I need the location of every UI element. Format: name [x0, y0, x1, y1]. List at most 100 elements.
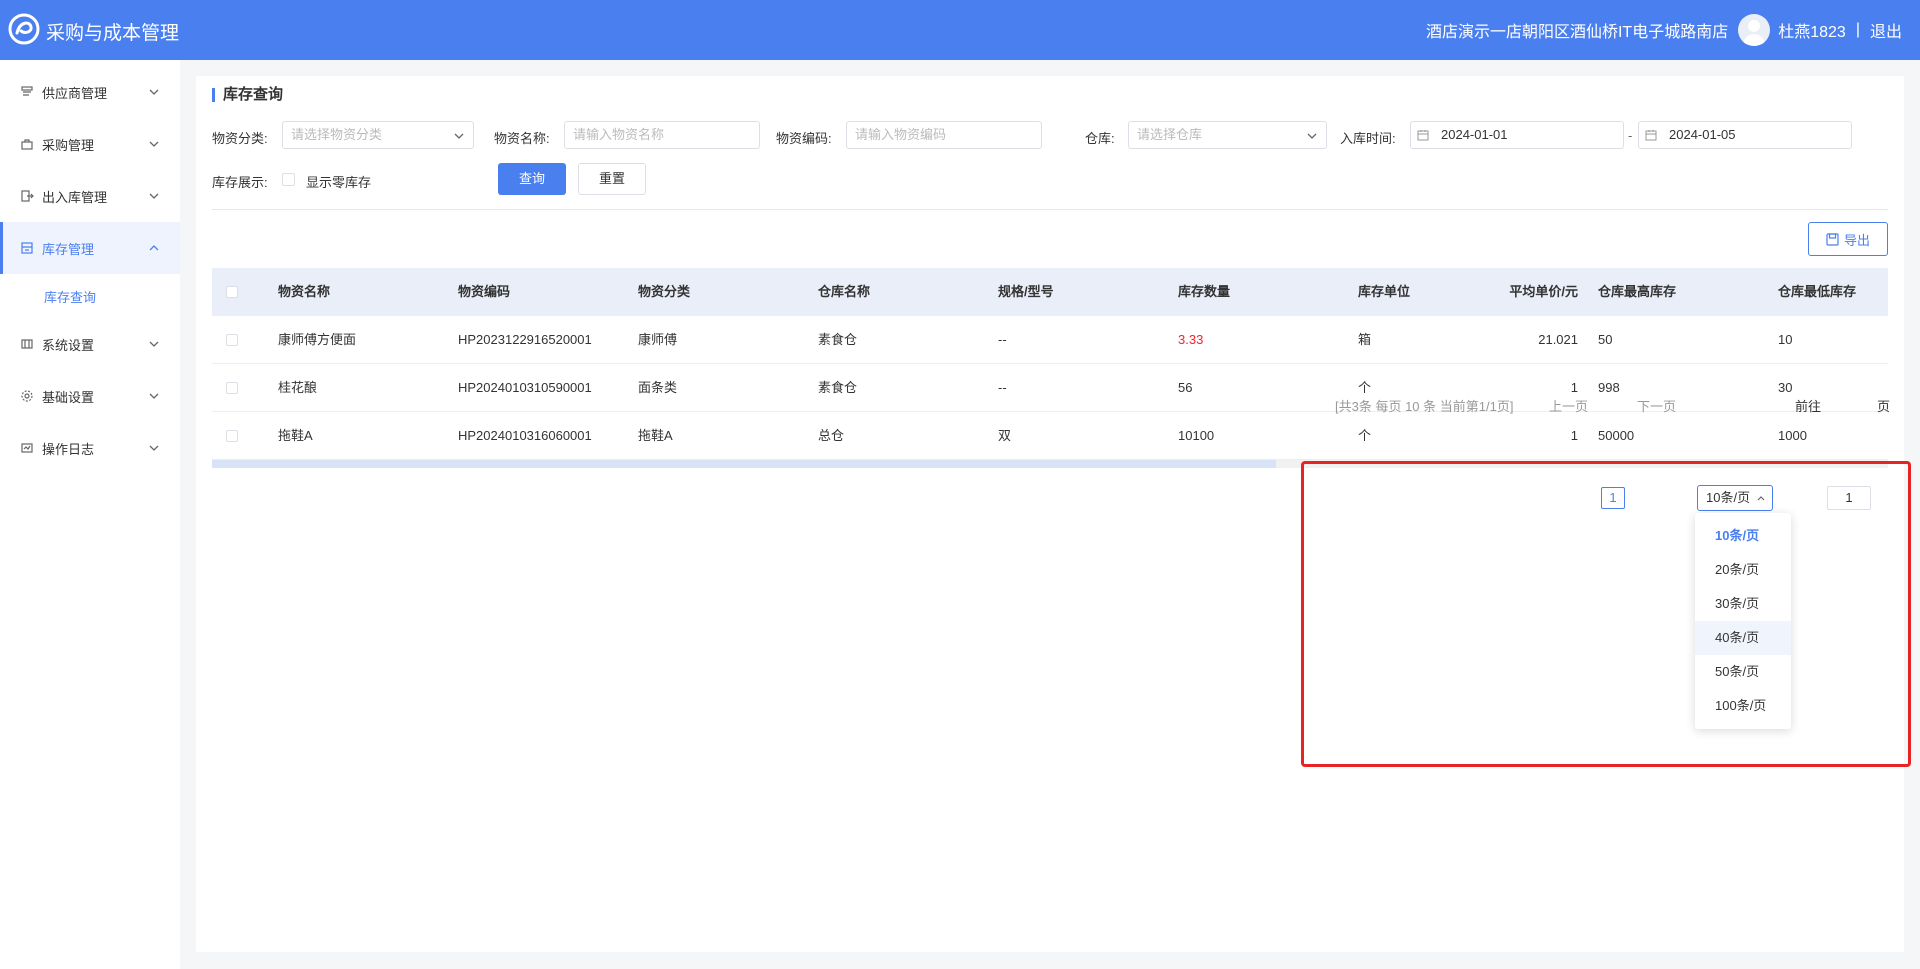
- cell-name: 康师傅方便面: [278, 332, 357, 347]
- col-header-warehouse[interactable]: 仓库名称: [818, 268, 870, 316]
- sidebar-item-label: 基础设置: [42, 389, 95, 405]
- category-label: 物资分类:: [212, 131, 268, 146]
- table-row[interactable]: 拖鞋A HP2024010316060001 拖鞋A 总仓 双 10100 个 …: [212, 412, 1888, 460]
- sidebar-item-inventory[interactable]: 库存管理: [0, 222, 180, 274]
- export-button[interactable]: 导出: [1808, 222, 1888, 256]
- col-header-qty[interactable]: 库存数量: [1178, 268, 1230, 316]
- scrollbar-thumb[interactable]: [212, 460, 1276, 468]
- col-header-max[interactable]: 仓库最高库存: [1598, 268, 1676, 316]
- zero-stock-checkbox[interactable]: [282, 173, 295, 186]
- cell-max: 998: [1598, 380, 1620, 395]
- display-label: 库存展示:: [212, 175, 268, 190]
- page-title: 库存查询: [212, 87, 283, 102]
- cell-min: 1000: [1778, 428, 1807, 443]
- header-separator: |: [1855, 21, 1860, 38]
- sidebar-item-label: 操作日志: [42, 441, 95, 457]
- row-checkbox[interactable]: [226, 382, 238, 394]
- date-separator: -: [1628, 128, 1633, 143]
- col-header-spec[interactable]: 规格/型号: [998, 268, 1054, 316]
- date-start-value: 2024-01-01: [1441, 127, 1508, 142]
- cell-name: 桂花酿: [278, 380, 318, 395]
- sidebar-item-label: 出入库管理: [42, 189, 108, 205]
- col-header-category[interactable]: 物资分类: [638, 268, 690, 316]
- inout-icon: [21, 190, 34, 202]
- chevron-down-icon: [149, 341, 159, 347]
- store-name: 酒店演示一店朝阳区酒仙桥IT电子城路南店: [1425, 24, 1729, 41]
- cell-qty: 3.33: [1178, 332, 1204, 347]
- date-end-input[interactable]: 2024-01-05: [1638, 121, 1852, 149]
- gear-icon: [21, 390, 33, 402]
- row-checkbox[interactable]: [226, 334, 238, 346]
- calendar-icon: [1417, 130, 1429, 141]
- code-label: 物资编码:: [776, 131, 832, 146]
- code-placeholder: 请输入物资编码: [855, 127, 947, 142]
- col-header-unit[interactable]: 库存单位: [1358, 268, 1410, 316]
- user-name: 杜燕1823: [1778, 24, 1846, 41]
- sidebar-item-inout[interactable]: 出入库管理: [0, 170, 180, 222]
- col-header-min[interactable]: 仓库最低库存: [1778, 268, 1856, 316]
- sidebar-item-basic[interactable]: 基础设置: [0, 370, 180, 422]
- warehouse-placeholder: 请选择仓库: [1137, 127, 1203, 142]
- sidebar-item-supplier[interactable]: 供应商管理: [0, 66, 180, 118]
- query-button[interactable]: 查询: [498, 163, 566, 195]
- sidebar-item-label: 供应商管理: [42, 85, 108, 101]
- cell-code: HP2023122916520001: [458, 332, 592, 347]
- inventory-icon: [21, 242, 33, 254]
- sidebar-item-system[interactable]: 系统设置: [0, 318, 180, 370]
- cell-price: 21.021: [1538, 332, 1578, 347]
- logo-icon: [8, 13, 40, 45]
- cell-warehouse: 素食仓: [818, 332, 858, 347]
- export-label: 导出: [1843, 232, 1870, 248]
- col-header-name[interactable]: 物资名称: [278, 268, 330, 316]
- cell-qty: 10100: [1178, 428, 1215, 443]
- user-area: 酒店演示一店朝阳区酒仙桥IT电子城路南店 杜燕1823 | 退出: [1426, 0, 1902, 60]
- cell-spec: --: [998, 332, 1007, 347]
- category-select[interactable]: 请选择物资分类: [282, 121, 474, 149]
- export-icon: [1826, 232, 1839, 246]
- name-label: 物资名称:: [494, 131, 550, 146]
- sidebar-item-log[interactable]: 操作日志: [0, 422, 180, 474]
- warehouse-label: 仓库:: [1085, 131, 1115, 146]
- code-input[interactable]: 请输入物资编码: [846, 121, 1042, 149]
- page-suffix: 页: [1877, 399, 1891, 414]
- category-placeholder: 请选择物资分类: [291, 127, 383, 142]
- cell-code: HP2024010310590001: [458, 380, 592, 395]
- prev-page-button[interactable]: 上一页: [1549, 395, 1588, 419]
- settings-icon: [21, 339, 33, 349]
- chevron-down-icon: [1307, 133, 1317, 139]
- cell-price: 1: [1570, 428, 1578, 443]
- cell-category: 面条类: [638, 380, 678, 395]
- cell-qty: 56: [1178, 380, 1193, 395]
- col-header-price[interactable]: 平均单价/元: [1442, 268, 1578, 316]
- sidebar-subitem-stock-query[interactable]: 库存查询: [0, 274, 180, 318]
- chevron-down-icon: [149, 89, 159, 95]
- date-start-input[interactable]: 2024-01-01: [1410, 121, 1624, 149]
- col-header-code[interactable]: 物资编码: [458, 268, 510, 316]
- cell-spec: 双: [998, 428, 1012, 443]
- cell-unit: 个: [1358, 428, 1372, 443]
- name-input[interactable]: 请输入物资名称: [564, 121, 760, 149]
- date-end-value: 2024-01-05: [1669, 127, 1736, 142]
- chevron-up-icon: [149, 245, 159, 251]
- reset-button[interactable]: 重置: [578, 163, 646, 195]
- row-checkbox[interactable]: [226, 430, 238, 442]
- top-bar: 采购与成本管理 酒店演示一店朝阳区酒仙桥IT电子城路南店 杜燕1823 | 退出: [0, 0, 1920, 60]
- pagination-summary: [共3条 每页 10 条 当前第1/1页]: [1335, 399, 1514, 414]
- warehouse-select[interactable]: 请选择仓库: [1128, 121, 1327, 149]
- logout-link[interactable]: 退出: [1870, 18, 1902, 42]
- cell-warehouse: 素食仓: [818, 380, 858, 395]
- cell-spec: --: [998, 380, 1007, 395]
- next-page-button[interactable]: 下一页: [1637, 395, 1676, 419]
- table-row[interactable]: 康师傅方便面 HP2023122916520001 康师傅 素食仓 -- 3.3…: [212, 316, 1888, 364]
- select-all-checkbox[interactable]: [226, 286, 238, 298]
- zero-stock-label: 显示零库存: [306, 175, 372, 190]
- cell-code: HP2024010316060001: [458, 428, 592, 443]
- sidebar-item-purchase[interactable]: 采购管理: [0, 118, 180, 170]
- avatar[interactable]: [1738, 14, 1771, 46]
- cell-category: 拖鞋A: [638, 428, 673, 443]
- sidebar: 供应商管理 采购管理 出入库管理 库存管理 库存查询 系统设置 基础设置 操作日…: [0, 60, 180, 969]
- table-header: 物资名称 物资编码 物资分类 仓库名称 规格/型号 库存数量 库存单位 平均单价…: [212, 268, 1888, 316]
- cell-min: 30: [1778, 380, 1793, 395]
- chevron-down-icon: [149, 141, 159, 147]
- highlight-box: [1301, 461, 1911, 767]
